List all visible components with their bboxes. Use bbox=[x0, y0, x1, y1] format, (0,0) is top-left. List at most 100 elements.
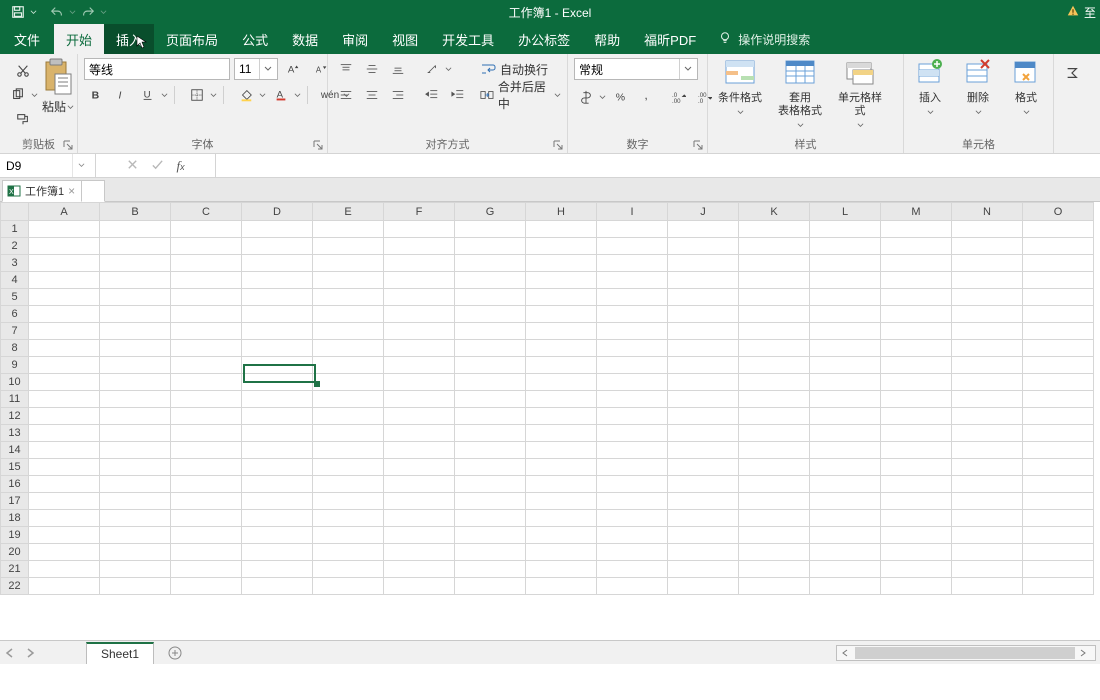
cell[interactable] bbox=[1023, 357, 1094, 374]
cell[interactable] bbox=[668, 442, 739, 459]
new-sheet-icon[interactable] bbox=[164, 642, 186, 664]
cell[interactable] bbox=[1023, 561, 1094, 578]
cell[interactable] bbox=[384, 510, 455, 527]
cell[interactable] bbox=[455, 323, 526, 340]
cell[interactable] bbox=[526, 221, 597, 238]
cell[interactable] bbox=[384, 493, 455, 510]
cell[interactable] bbox=[100, 238, 171, 255]
cell[interactable] bbox=[29, 357, 100, 374]
cell[interactable] bbox=[739, 306, 810, 323]
cell[interactable] bbox=[171, 459, 242, 476]
cell[interactable] bbox=[810, 425, 881, 442]
cell[interactable] bbox=[881, 221, 952, 238]
cell[interactable] bbox=[384, 221, 455, 238]
cell[interactable] bbox=[100, 374, 171, 391]
cell[interactable] bbox=[100, 493, 171, 510]
cell[interactable] bbox=[100, 442, 171, 459]
redo-dropdown-icon[interactable] bbox=[100, 5, 107, 19]
cell[interactable] bbox=[952, 459, 1023, 476]
cell[interactable] bbox=[384, 289, 455, 306]
cell[interactable] bbox=[739, 238, 810, 255]
tab-formulas[interactable]: 公式 bbox=[230, 24, 280, 54]
cell[interactable] bbox=[384, 578, 455, 595]
cell[interactable] bbox=[100, 408, 171, 425]
row-header[interactable]: 22 bbox=[1, 578, 29, 595]
cell[interactable] bbox=[526, 442, 597, 459]
cell[interactable] bbox=[455, 561, 526, 578]
cell[interactable] bbox=[29, 544, 100, 561]
cell[interactable] bbox=[384, 340, 455, 357]
cell[interactable] bbox=[313, 391, 384, 408]
cell[interactable] bbox=[242, 578, 313, 595]
cell[interactable] bbox=[242, 408, 313, 425]
row-header[interactable]: 14 bbox=[1, 442, 29, 459]
cell[interactable] bbox=[952, 340, 1023, 357]
cell[interactable] bbox=[597, 561, 668, 578]
cell[interactable] bbox=[739, 408, 810, 425]
cell[interactable] bbox=[597, 408, 668, 425]
row-header[interactable]: 21 bbox=[1, 561, 29, 578]
cell[interactable] bbox=[313, 374, 384, 391]
cell[interactable] bbox=[455, 459, 526, 476]
accounting-dropdown-icon[interactable] bbox=[598, 94, 607, 101]
column-header[interactable]: K bbox=[739, 203, 810, 221]
cell[interactable] bbox=[455, 221, 526, 238]
cell[interactable] bbox=[952, 476, 1023, 493]
cell[interactable] bbox=[171, 289, 242, 306]
alignment-launcher-icon[interactable] bbox=[552, 139, 564, 151]
cell[interactable] bbox=[668, 391, 739, 408]
row-header[interactable]: 20 bbox=[1, 544, 29, 561]
cell[interactable] bbox=[739, 374, 810, 391]
cell[interactable] bbox=[384, 374, 455, 391]
cell[interactable] bbox=[242, 476, 313, 493]
cell[interactable] bbox=[171, 255, 242, 272]
tab-page-layout[interactable]: 页面布局 bbox=[154, 24, 230, 54]
cell[interactable] bbox=[242, 425, 313, 442]
cell[interactable] bbox=[526, 493, 597, 510]
cell[interactable] bbox=[384, 408, 455, 425]
cell[interactable] bbox=[455, 544, 526, 561]
cell[interactable] bbox=[668, 527, 739, 544]
format-cells-button[interactable]: 格式 bbox=[1006, 56, 1046, 119]
cell[interactable] bbox=[171, 323, 242, 340]
cell[interactable] bbox=[810, 340, 881, 357]
cell[interactable] bbox=[881, 476, 952, 493]
align-center-icon[interactable] bbox=[361, 84, 383, 106]
cell[interactable] bbox=[1023, 289, 1094, 306]
cell[interactable] bbox=[384, 527, 455, 544]
cell[interactable] bbox=[455, 289, 526, 306]
cell[interactable] bbox=[810, 510, 881, 527]
row-header[interactable]: 5 bbox=[1, 289, 29, 306]
cell[interactable] bbox=[881, 323, 952, 340]
tab-file[interactable]: 文件 bbox=[0, 24, 54, 54]
column-header[interactable]: L bbox=[810, 203, 881, 221]
cell[interactable] bbox=[668, 238, 739, 255]
cell[interactable] bbox=[100, 391, 171, 408]
cell[interactable] bbox=[384, 459, 455, 476]
font-name-input[interactable] bbox=[85, 62, 248, 76]
cell[interactable] bbox=[739, 272, 810, 289]
delete-cells-dropdown-icon[interactable] bbox=[975, 105, 982, 119]
formula-input[interactable] bbox=[216, 154, 1100, 177]
cell[interactable] bbox=[100, 340, 171, 357]
cell[interactable] bbox=[171, 476, 242, 493]
cell[interactable] bbox=[313, 493, 384, 510]
cell[interactable] bbox=[313, 221, 384, 238]
cell[interactable] bbox=[810, 374, 881, 391]
cell[interactable] bbox=[313, 323, 384, 340]
cell[interactable] bbox=[739, 221, 810, 238]
cell[interactable] bbox=[1023, 527, 1094, 544]
cell[interactable] bbox=[810, 289, 881, 306]
name-box-input[interactable] bbox=[0, 159, 72, 173]
cell[interactable] bbox=[810, 323, 881, 340]
tab-office[interactable]: 办公标签 bbox=[506, 24, 582, 54]
sheet-tab[interactable]: Sheet1 bbox=[86, 642, 154, 664]
cell[interactable] bbox=[952, 408, 1023, 425]
cell[interactable] bbox=[1023, 221, 1094, 238]
cell[interactable] bbox=[597, 527, 668, 544]
cell[interactable] bbox=[171, 221, 242, 238]
cell[interactable] bbox=[455, 493, 526, 510]
scroll-thumb[interactable] bbox=[855, 647, 1075, 659]
cell[interactable] bbox=[100, 459, 171, 476]
cell[interactable] bbox=[29, 425, 100, 442]
